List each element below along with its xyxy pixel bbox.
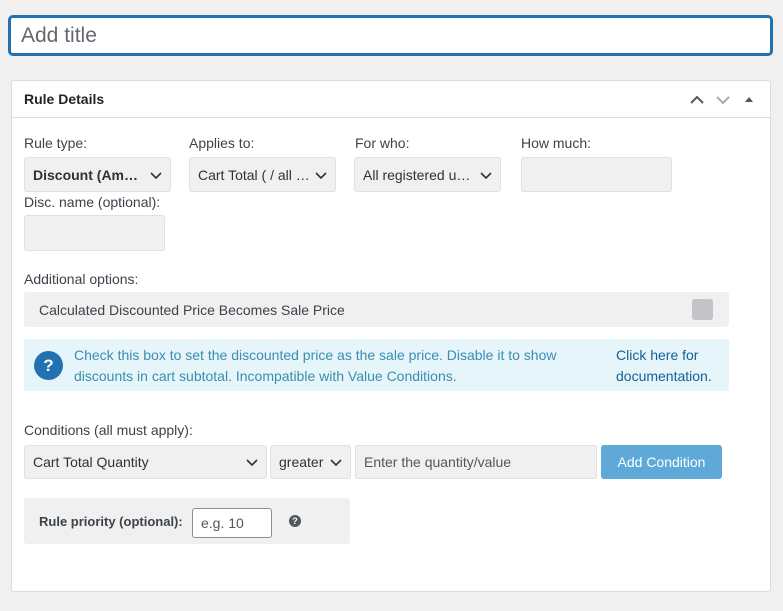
rule-type-select[interactable]: Discount (Amount)	[24, 157, 171, 192]
for-who-value: All registered users	[363, 166, 476, 183]
chevron-down-icon	[246, 459, 258, 467]
how-much-input[interactable]	[521, 157, 672, 192]
sale-price-checkbox[interactable]	[692, 299, 713, 320]
for-who-label: For who:	[355, 135, 410, 151]
sale-price-option-label: Calculated Discounted Price Becomes Sale…	[39, 301, 345, 318]
toggle-panel-button[interactable]	[736, 87, 762, 113]
condition-field-value: Cart Total Quantity	[33, 454, 149, 470]
chevron-down-icon	[315, 171, 327, 179]
applies-to-select[interactable]: Cart Total ( / all products)	[189, 157, 336, 192]
how-much-label: How much:	[521, 135, 592, 151]
rule-priority-input[interactable]	[192, 508, 272, 538]
disc-name-label: Disc. name (optional):	[24, 194, 161, 210]
rule-type-value: Discount (Amount)	[33, 166, 146, 183]
rule-details-metabox: Rule Details Rule type: Applies to: For …	[11, 80, 771, 592]
conditions-label: Conditions (all must apply):	[24, 422, 193, 438]
metabox-header: Rule Details	[12, 81, 770, 118]
info-notice: ? Check this box to set the discounted p…	[24, 339, 729, 391]
chevron-up-icon	[690, 95, 704, 104]
condition-value-input[interactable]: Enter the quantity/value	[355, 445, 597, 479]
move-down-button[interactable]	[710, 87, 736, 113]
chevron-down-icon	[330, 459, 342, 467]
disc-name-input[interactable]	[24, 215, 165, 251]
chevron-down-icon	[480, 171, 492, 179]
add-condition-button[interactable]: Add Condition	[601, 445, 722, 479]
metabox-title: Rule Details	[24, 91, 105, 107]
info-text: Check this box to set the discounted pri…	[74, 347, 557, 384]
triangle-up-icon	[745, 97, 753, 102]
metabox-actions	[684, 87, 762, 113]
additional-options-label: Additional options:	[24, 271, 139, 287]
rule-type-label: Rule type:	[24, 135, 88, 151]
question-icon: ?	[34, 351, 63, 380]
condition-field-select[interactable]: Cart Total Quantity	[24, 445, 267, 479]
rule-priority-box: Rule priority (optional): ?	[24, 498, 350, 544]
for-who-select[interactable]: All registered users	[354, 157, 501, 192]
sale-price-option: Calculated Discounted Price Becomes Sale…	[24, 292, 729, 327]
title-input[interactable]	[9, 16, 772, 55]
chevron-down-icon	[716, 96, 730, 105]
documentation-link[interactable]: Click here for documentation.	[616, 345, 726, 387]
condition-operator-select[interactable]: greater (	[270, 445, 351, 479]
help-icon[interactable]: ?	[289, 515, 301, 527]
rule-priority-label: Rule priority (optional):	[39, 514, 183, 529]
move-up-button[interactable]	[684, 87, 710, 113]
applies-to-value: Cart Total ( / all products)	[198, 166, 311, 183]
condition-value-placeholder: Enter the quantity/value	[364, 454, 512, 470]
applies-to-label: Applies to:	[189, 135, 255, 151]
chevron-down-icon	[150, 171, 162, 179]
condition-operator-value: greater (	[279, 454, 326, 470]
